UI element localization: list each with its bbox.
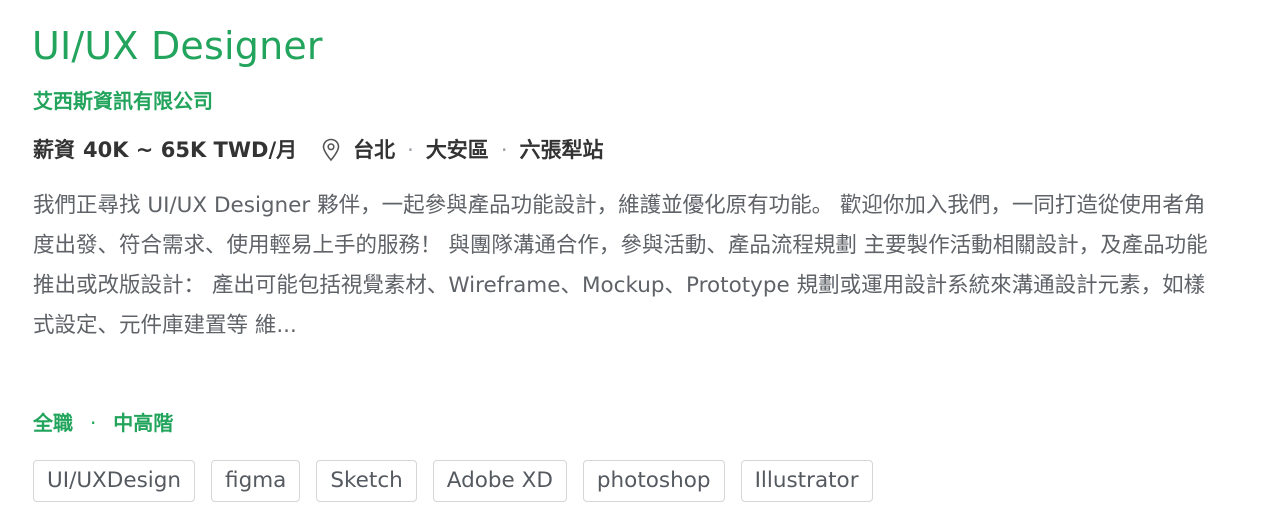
skill-tag[interactable]: photoshop: [582, 460, 725, 502]
company-name[interactable]: 艾西斯資訊有限公司: [33, 86, 213, 116]
meta-separator: ·: [500, 138, 508, 162]
job-attributes: 全職 · 中高階: [33, 407, 173, 439]
employment-type: 全職: [33, 411, 73, 435]
skill-tag[interactable]: Illustrator: [740, 460, 873, 502]
salary-label: 薪資: [33, 138, 75, 162]
job-meta: 薪資 40K ~ 65K TWD/月 台北 · 大安區 · 六張犁站: [33, 134, 604, 166]
skill-tag[interactable]: Sketch: [316, 460, 417, 502]
skill-tags: UI/UXDesign figma Sketch Adobe XD photos…: [33, 460, 873, 502]
seniority-level: 中高階: [113, 411, 174, 435]
location-city: 台北: [353, 138, 396, 162]
location-station: 六張犁站: [519, 138, 604, 162]
job-title[interactable]: UI/UX Designer: [32, 20, 323, 72]
meta-separator: ·: [407, 138, 414, 162]
skill-tag[interactable]: Adobe XD: [432, 460, 567, 502]
job-card: UI/UX Designer 艾西斯資訊有限公司 薪資 40K ~ 65K TW…: [0, 0, 1270, 528]
salary-value: 40K ~ 65K TWD/月: [83, 138, 298, 162]
location-pin-icon: [319, 136, 343, 164]
location-district: 大安區: [425, 138, 489, 162]
attribute-separator: ·: [89, 411, 97, 435]
skill-tag[interactable]: figma: [211, 460, 301, 502]
job-description: 我們正尋找 UI/UX Designer 夥伴，一起參與產品功能設計，維護並優化…: [33, 193, 1208, 338]
skill-tag[interactable]: UI/UXDesign: [33, 460, 196, 502]
